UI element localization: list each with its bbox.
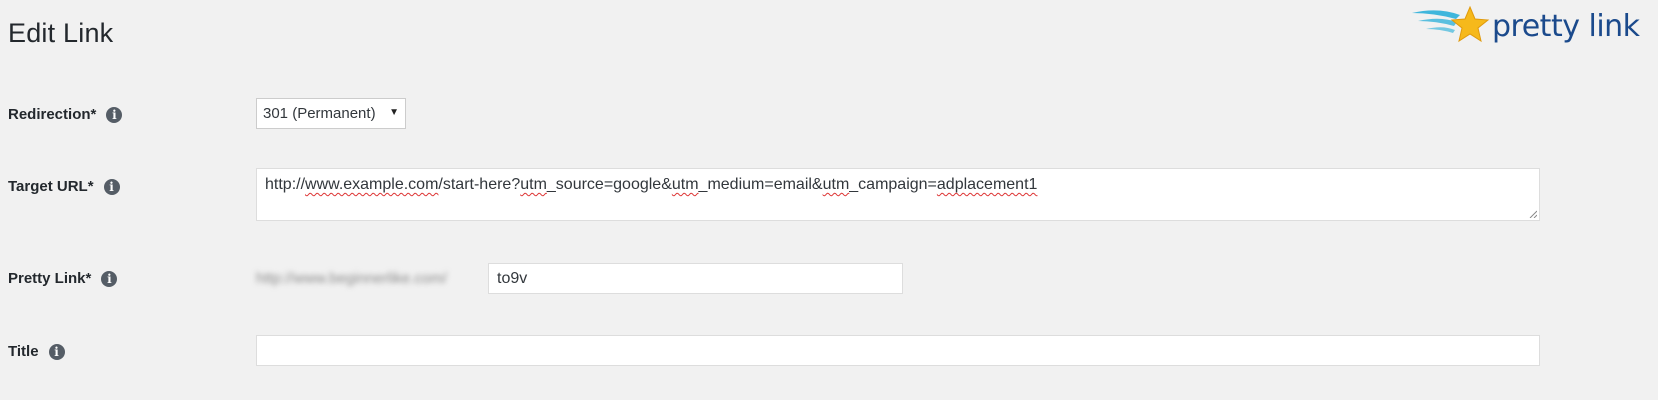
target-url-segment: www.example.com	[305, 176, 439, 193]
title-label: Title	[8, 343, 39, 360]
info-icon[interactable]: i	[106, 106, 123, 123]
pretty-link-base-url: http://www.beginnerlike.com/	[256, 270, 447, 287]
page-title: Edit Link	[8, 18, 114, 48]
info-icon[interactable]: i	[48, 343, 65, 360]
target-url-segment: utm	[520, 176, 547, 193]
target-url-textarea[interactable]: http://www.example.com/start-here?utm_so…	[256, 168, 1540, 221]
edit-link-page: Edit Link pretty link Redirection* i 301…	[0, 0, 1658, 400]
redirection-select[interactable]: 301 (Permanent) ▼	[256, 98, 406, 129]
target-url-segment: _source=google&	[546, 176, 672, 193]
target-url-segment: http	[265, 176, 292, 193]
info-icon[interactable]: i	[101, 270, 118, 287]
title-input[interactable]	[256, 335, 1540, 366]
info-icon[interactable]: i	[103, 178, 120, 195]
target-url-label-row: Target URL* i	[8, 178, 120, 195]
dropdown-arrow-icon: ▼	[389, 107, 399, 118]
resize-handle-icon[interactable]	[1529, 210, 1537, 218]
target-url-segment: _medium=email&	[698, 176, 823, 193]
target-url-segment: utm	[822, 176, 850, 193]
redirection-selected-value: 301 (Permanent)	[263, 105, 376, 122]
pretty-link-slug-value: to9v	[497, 269, 528, 287]
target-url-segment: _campaign=	[849, 176, 937, 193]
logo-text: pretty link	[1492, 8, 1640, 44]
pretty-link-label: Pretty Link*	[8, 270, 92, 287]
target-url-value: http://www.example.com/start-here?utm_so…	[265, 176, 1037, 193]
pretty-link-label-row: Pretty Link* i	[8, 270, 118, 287]
target-url-segment: adplacement1	[936, 176, 1038, 193]
pretty-link-slug-input[interactable]: to9v	[488, 263, 903, 294]
star-wings-logo-icon	[1412, 5, 1490, 43]
target-url-label: Target URL*	[8, 178, 94, 195]
title-label-row: Title i	[8, 343, 65, 360]
redirection-label: Redirection*	[8, 106, 97, 123]
target-url-segment: utm	[671, 176, 699, 193]
redirection-label-row: Redirection* i	[8, 106, 123, 123]
target-url-segment: /start-here?	[438, 176, 521, 193]
target-url-segment: ://	[291, 176, 306, 193]
pretty-link-logo: pretty link	[1410, 2, 1650, 50]
